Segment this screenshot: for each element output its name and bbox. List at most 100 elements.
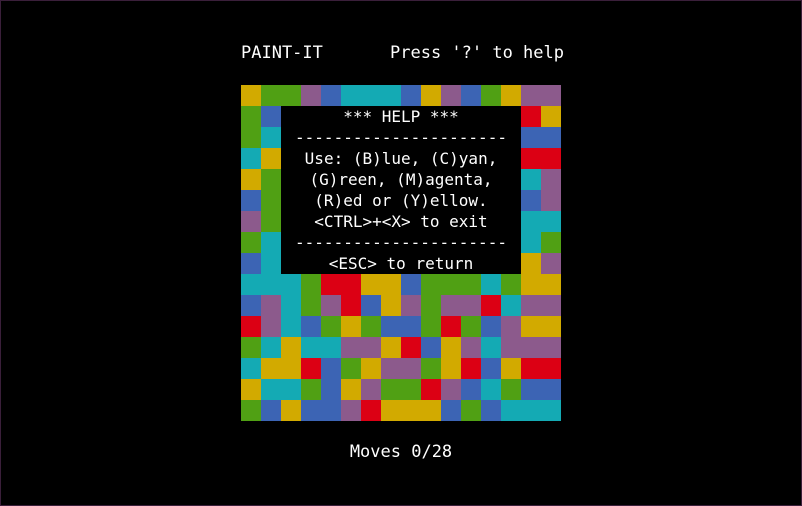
board-cell (541, 106, 561, 127)
board-cell (501, 379, 521, 400)
board-cell (421, 400, 441, 421)
moves-counter: Moves 0/28 (349, 442, 453, 462)
board-cell (481, 316, 501, 337)
board-cell (341, 379, 361, 400)
board-cell (541, 337, 561, 358)
board-cell (421, 379, 441, 400)
help-divider-bottom: ---------------------- (295, 233, 507, 252)
board-cell (541, 358, 561, 379)
board-cell (481, 274, 501, 295)
board-cell (261, 232, 281, 253)
help-return[interactable]: <ESC> to return (281, 253, 521, 274)
board-cell (381, 379, 401, 400)
board-cell (461, 337, 481, 358)
board-cell (361, 358, 381, 379)
board-cell (541, 232, 561, 253)
board-cell (301, 337, 321, 358)
board-cell (481, 358, 501, 379)
board-cell (261, 316, 281, 337)
help-divider-top: ---------------------- (295, 128, 507, 147)
board-cell (521, 274, 541, 295)
board-cell (321, 337, 341, 358)
board-cell (261, 211, 281, 232)
board-cell (261, 274, 281, 295)
board-cell (261, 295, 281, 316)
board-cell (261, 169, 281, 190)
board-cell (281, 400, 301, 421)
board-cell (321, 358, 341, 379)
board-cell (521, 211, 541, 232)
board-cell (261, 106, 281, 127)
board-cell (541, 211, 561, 232)
board-cell (321, 295, 341, 316)
board-cell (441, 295, 461, 316)
board-cell (521, 358, 541, 379)
board-cell (281, 85, 301, 106)
board-cell (241, 379, 261, 400)
board-cell (441, 274, 461, 295)
board-cell (241, 316, 261, 337)
board-cell (301, 295, 321, 316)
board-cell (521, 253, 541, 274)
board-cell (381, 85, 401, 106)
board-cell (521, 127, 541, 148)
board-cell (381, 274, 401, 295)
board-cell (301, 379, 321, 400)
board-cell (521, 190, 541, 211)
board-cell (341, 337, 361, 358)
help-line-colors-2: (G)reen, (M)agenta, (309, 170, 493, 189)
board-cell (341, 358, 361, 379)
board-cell (541, 190, 561, 211)
board-cell (401, 400, 421, 421)
board-cell (261, 337, 281, 358)
board-cell (381, 316, 401, 337)
board-cell (281, 295, 301, 316)
board-cell (301, 85, 321, 106)
board-cell (481, 400, 501, 421)
board-cell (241, 106, 261, 127)
board-cell (521, 400, 541, 421)
board-cell (241, 127, 261, 148)
board-cell (261, 358, 281, 379)
board-cell (361, 85, 381, 106)
board-cell (441, 379, 461, 400)
help-line-colors-3: (R)ed or (Y)ellow. (314, 191, 488, 210)
board-cell (261, 85, 281, 106)
board-cell (341, 295, 361, 316)
board-cell (541, 316, 561, 337)
board-cell (281, 379, 301, 400)
board-cell (521, 148, 541, 169)
board-cell (241, 169, 261, 190)
board-cell (501, 295, 521, 316)
board-cell (541, 148, 561, 169)
board-cell (361, 400, 381, 421)
board-cell (301, 274, 321, 295)
board-cell (521, 106, 541, 127)
board-cell (361, 316, 381, 337)
board-cell (241, 85, 261, 106)
board-cell (341, 85, 361, 106)
board-cell (501, 337, 521, 358)
board-cell (461, 400, 481, 421)
board-cell (481, 85, 501, 106)
board-cell (341, 316, 361, 337)
board-cell (301, 358, 321, 379)
board-cell (501, 316, 521, 337)
board-cell (261, 379, 281, 400)
board-cell (241, 253, 261, 274)
board-cell (541, 400, 561, 421)
board-cell (381, 400, 401, 421)
help-dialog: *** HELP *** ---------------------- Use:… (281, 106, 521, 274)
board-cell (281, 358, 301, 379)
board-cell (521, 169, 541, 190)
board-cell (241, 211, 261, 232)
board-cell (421, 358, 441, 379)
board-cell (541, 85, 561, 106)
board-cell (241, 274, 261, 295)
board-cell (381, 295, 401, 316)
board-cell (501, 85, 521, 106)
board-cell (541, 274, 561, 295)
board-cell (321, 274, 341, 295)
board-cell (461, 274, 481, 295)
board-cell (281, 337, 301, 358)
